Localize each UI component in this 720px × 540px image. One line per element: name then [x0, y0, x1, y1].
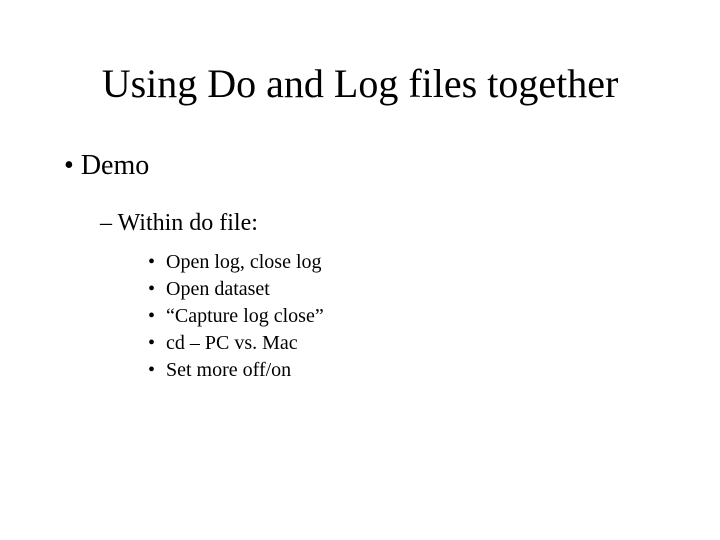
bullet-level2: Within do file: [100, 210, 680, 237]
list-item-text: Set more off/on [166, 359, 291, 381]
list-item-text: “Capture log close” [166, 305, 324, 327]
bullet-level2-text: Within do file: [118, 210, 258, 236]
list-item-text: Open log, close log [166, 251, 322, 273]
slide: Using Do and Log files together Demo Wit… [0, 0, 720, 540]
bullet-level1: Demo [64, 150, 680, 182]
list-item: •cd – PC vs. Mac [148, 332, 680, 355]
bullet-level1-text: Demo [81, 150, 149, 181]
list-item: •Open dataset [148, 278, 680, 301]
list-item-text: cd – PC vs. Mac [166, 332, 298, 354]
bullet-level3-list: •Open log, close log •Open dataset •“Cap… [64, 251, 680, 382]
list-item: •“Capture log close” [148, 305, 680, 328]
list-item-text: Open dataset [166, 278, 270, 300]
slide-body: Demo Within do file: •Open log, close lo… [64, 150, 680, 386]
list-item: •Open log, close log [148, 251, 680, 274]
list-item: •Set more off/on [148, 359, 680, 382]
slide-title: Using Do and Log files together [0, 60, 720, 107]
